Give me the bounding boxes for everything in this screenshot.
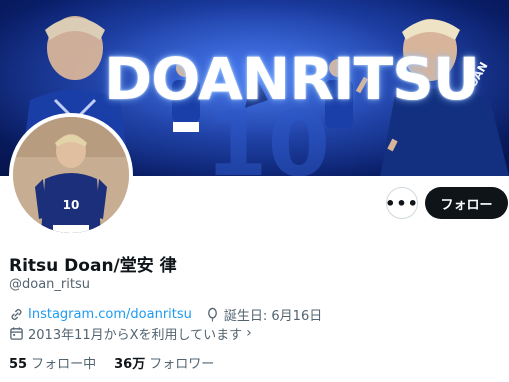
more-icon: ••• [385, 193, 419, 213]
following-label: フォロー中 [31, 357, 97, 372]
user-handle: @doan_ritsu [9, 277, 90, 292]
avatar-jersey-number: 10 [63, 198, 80, 212]
followers-stat[interactable]: 36万 フォロワー [114, 353, 214, 372]
birthday: 誕生日: 6月16日 [205, 305, 322, 324]
calendar-icon [9, 326, 24, 341]
joined-date: 2013年11月からXを利用しています [28, 327, 243, 343]
following-count: 55 [9, 357, 28, 372]
link-icon [9, 307, 24, 322]
more-options-button[interactable]: ••• [385, 187, 419, 219]
banner-title: DOANRITSU [104, 45, 480, 113]
balloon-icon [205, 307, 220, 322]
avatar[interactable]: 10 [9, 113, 133, 237]
chevron-right-icon: › [246, 325, 252, 341]
following-stat[interactable]: 55 フォロー中 [9, 353, 96, 372]
follow-button[interactable]: フォロー [425, 187, 508, 219]
profile-meta-row-2[interactable]: 2013年11月からXを利用しています › [9, 324, 252, 343]
website-link[interactable]: Instagram.com/doanritsu [28, 307, 192, 322]
profile-meta-row-1: Instagram.com/doanritsu 誕生日: 6月16日 [9, 305, 322, 324]
avatar-photo: 10 [13, 117, 129, 233]
birthday-text: 誕生日: 6月16日 [223, 308, 323, 324]
follow-stats: 55 フォロー中 36万 フォロワー [9, 353, 232, 372]
followers-label: フォロワー [149, 357, 215, 372]
display-name: Ritsu Doan/堂安 律 [9, 256, 177, 276]
followers-count: 36万 [114, 357, 146, 372]
